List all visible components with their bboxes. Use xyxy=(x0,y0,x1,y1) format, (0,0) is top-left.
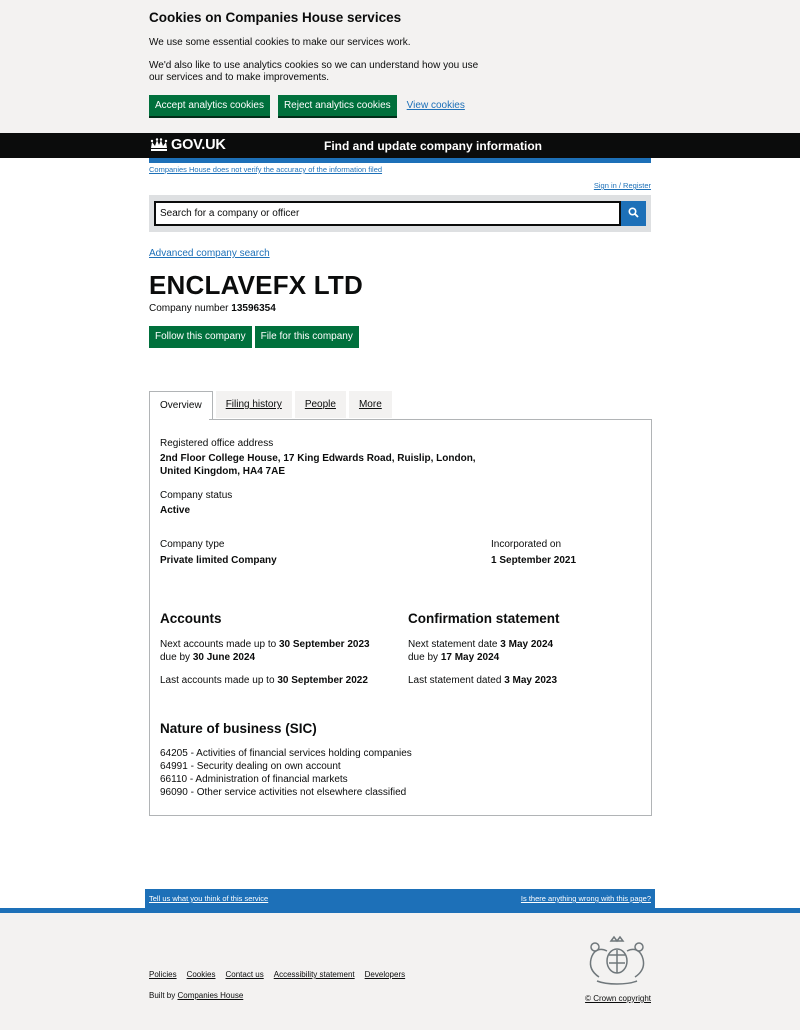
registered-office-line2: United Kingdom, HA4 7AE xyxy=(160,466,286,477)
company-type-label: Company type xyxy=(160,539,225,550)
report-problem-link[interactable]: Is there anything wrong with this page? xyxy=(521,894,651,903)
crown-copyright: © Crown copyright xyxy=(585,994,651,1003)
footer-link-contact[interactable]: Contact us xyxy=(225,970,263,979)
cookie-banner-title: Cookies on Companies House services xyxy=(149,10,402,25)
follow-company-button[interactable]: Follow this company xyxy=(149,326,252,348)
built-by-link[interactable]: Companies House xyxy=(177,991,243,1000)
confirmation-next-prefix: Next statement date xyxy=(408,639,498,650)
footer-link-developers[interactable]: Developers xyxy=(365,970,405,979)
confirmation-heading: Confirmation statement xyxy=(408,611,560,626)
confirmation-last-prefix: Last statement dated xyxy=(408,675,502,686)
advanced-search-link[interactable]: Advanced company search xyxy=(149,248,270,259)
company-type-value: Private limited Company xyxy=(160,555,277,566)
built-by: Built by Companies House xyxy=(149,991,243,1000)
company-status-label: Company status xyxy=(160,490,233,501)
tab-filing-history-link[interactable]: Filing history xyxy=(226,399,282,410)
search-icon xyxy=(628,205,639,223)
company-number: Company number 13596354 xyxy=(149,303,276,314)
accounts-last-date: 30 September 2022 xyxy=(277,675,368,686)
service-name[interactable]: Find and update company information xyxy=(324,139,542,153)
company-number-value: 13596354 xyxy=(231,303,276,314)
accounts-heading: Accounts xyxy=(160,611,222,626)
company-number-label: Company number xyxy=(149,303,229,314)
tab-people[interactable]: People xyxy=(294,391,346,418)
confirmation-due-date: 17 May 2024 xyxy=(440,652,500,663)
accounts-due: due by 30 June 2024 xyxy=(160,651,255,664)
confirmation-next-date: 3 May 2024 xyxy=(500,639,554,650)
confirmation-next: Next statement date 3 May 2024 xyxy=(408,638,553,651)
active-tab-joiner xyxy=(150,418,209,421)
registered-office-line1: 2nd Floor College House, 17 King Edwards… xyxy=(160,453,476,464)
search-input[interactable]: Search for a company or officer xyxy=(154,201,621,226)
footer-link-cookies[interactable]: Cookies xyxy=(187,970,216,979)
sic-heading: Nature of business (SIC) xyxy=(160,721,317,736)
view-cookies-link[interactable]: View cookies xyxy=(407,100,465,111)
cookie-actions: Accept analytics cookies Reject analytic… xyxy=(149,94,669,116)
cookie-banner-text: We use some essential cookies to make ou… xyxy=(149,37,411,48)
tab-overview[interactable]: Overview xyxy=(149,391,213,420)
confirmation-last-date: 3 May 2023 xyxy=(504,675,558,686)
crown-icon xyxy=(149,138,169,158)
file-for-company-button[interactable]: File for this company xyxy=(254,326,359,348)
sic-item: 66110 - Administration of financial mark… xyxy=(160,774,348,785)
cookie-banner: Cookies on Companies House services We u… xyxy=(0,0,800,133)
tab-more-link[interactable]: More xyxy=(359,399,382,410)
accounts-next-prefix: Next accounts made up to xyxy=(160,639,277,650)
accounts-next-date: 30 September 2023 xyxy=(278,639,370,650)
tab-filing-history[interactable]: Filing history xyxy=(215,391,292,418)
company-name: ENCLAVEFX LTD xyxy=(149,270,363,300)
footer-links: Policies Cookies Contact us Accessibilit… xyxy=(149,970,405,979)
confirmation-due-prefix: due by xyxy=(408,652,439,663)
incorporated-label: Incorporated on xyxy=(491,539,562,550)
reject-cookies-button[interactable]: Reject analytics cookies xyxy=(277,94,397,116)
company-actions: Follow this company File for this compan… xyxy=(149,326,359,348)
accounts-next: Next accounts made up to 30 September 20… xyxy=(160,638,370,651)
site-header: GOV.UK Find and update company informati… xyxy=(0,133,800,158)
confirmation-due: due by 17 May 2024 xyxy=(408,651,499,664)
tab-more[interactable]: More xyxy=(348,391,392,418)
header-blue-bar xyxy=(149,158,651,163)
accounts-due-date: 30 June 2024 xyxy=(192,652,256,663)
overview-panel: Registered office address 2nd Floor Coll… xyxy=(149,419,652,816)
search-button[interactable] xyxy=(621,201,646,226)
footer-link-policies[interactable]: Policies xyxy=(149,970,177,979)
incorporated-value: 1 September 2021 xyxy=(491,555,577,566)
royal-coat-of-arms-icon xyxy=(583,933,651,994)
accounts-last-prefix: Last accounts made up to xyxy=(160,675,275,686)
sic-item: 64991 - Security dealing on own account xyxy=(160,761,341,772)
registered-office-label: Registered office address xyxy=(160,438,274,449)
built-by-prefix: Built by xyxy=(149,991,176,1000)
confirmation-last: Last statement dated 3 May 2023 xyxy=(408,674,557,687)
sic-item: 64205 - Activities of financial services… xyxy=(160,748,412,759)
feedback-link[interactable]: Tell us what you think of this service xyxy=(149,894,268,903)
sign-in-link[interactable]: Sign in / Register xyxy=(594,181,651,190)
site-footer: Policies Cookies Contact us Accessibilit… xyxy=(0,913,800,1030)
company-status-value: Active xyxy=(160,505,191,516)
sic-item: 96090 - Other service activities not els… xyxy=(160,787,407,798)
search-bar: Search for a company or officer xyxy=(149,195,651,232)
cookie-banner-analytics-text: We'd also like to use analytics cookies … xyxy=(149,59,479,84)
footer-link-accessibility[interactable]: Accessibility statement xyxy=(274,970,355,979)
verify-notice-link[interactable]: Companies House does not verify the accu… xyxy=(149,165,382,174)
accept-cookies-button[interactable]: Accept analytics cookies xyxy=(149,94,270,116)
tab-people-link[interactable]: People xyxy=(305,399,336,410)
company-tabs: Overview Filing history People More xyxy=(149,391,392,420)
crown-copyright-link[interactable]: © Crown copyright xyxy=(585,994,651,1003)
accounts-due-prefix: due by xyxy=(160,652,191,663)
feedback-bar: Tell us what you think of this service I… xyxy=(145,889,655,908)
accounts-last: Last accounts made up to 30 September 20… xyxy=(160,674,368,687)
govuk-logo-link[interactable]: GOV.UK xyxy=(171,137,226,153)
